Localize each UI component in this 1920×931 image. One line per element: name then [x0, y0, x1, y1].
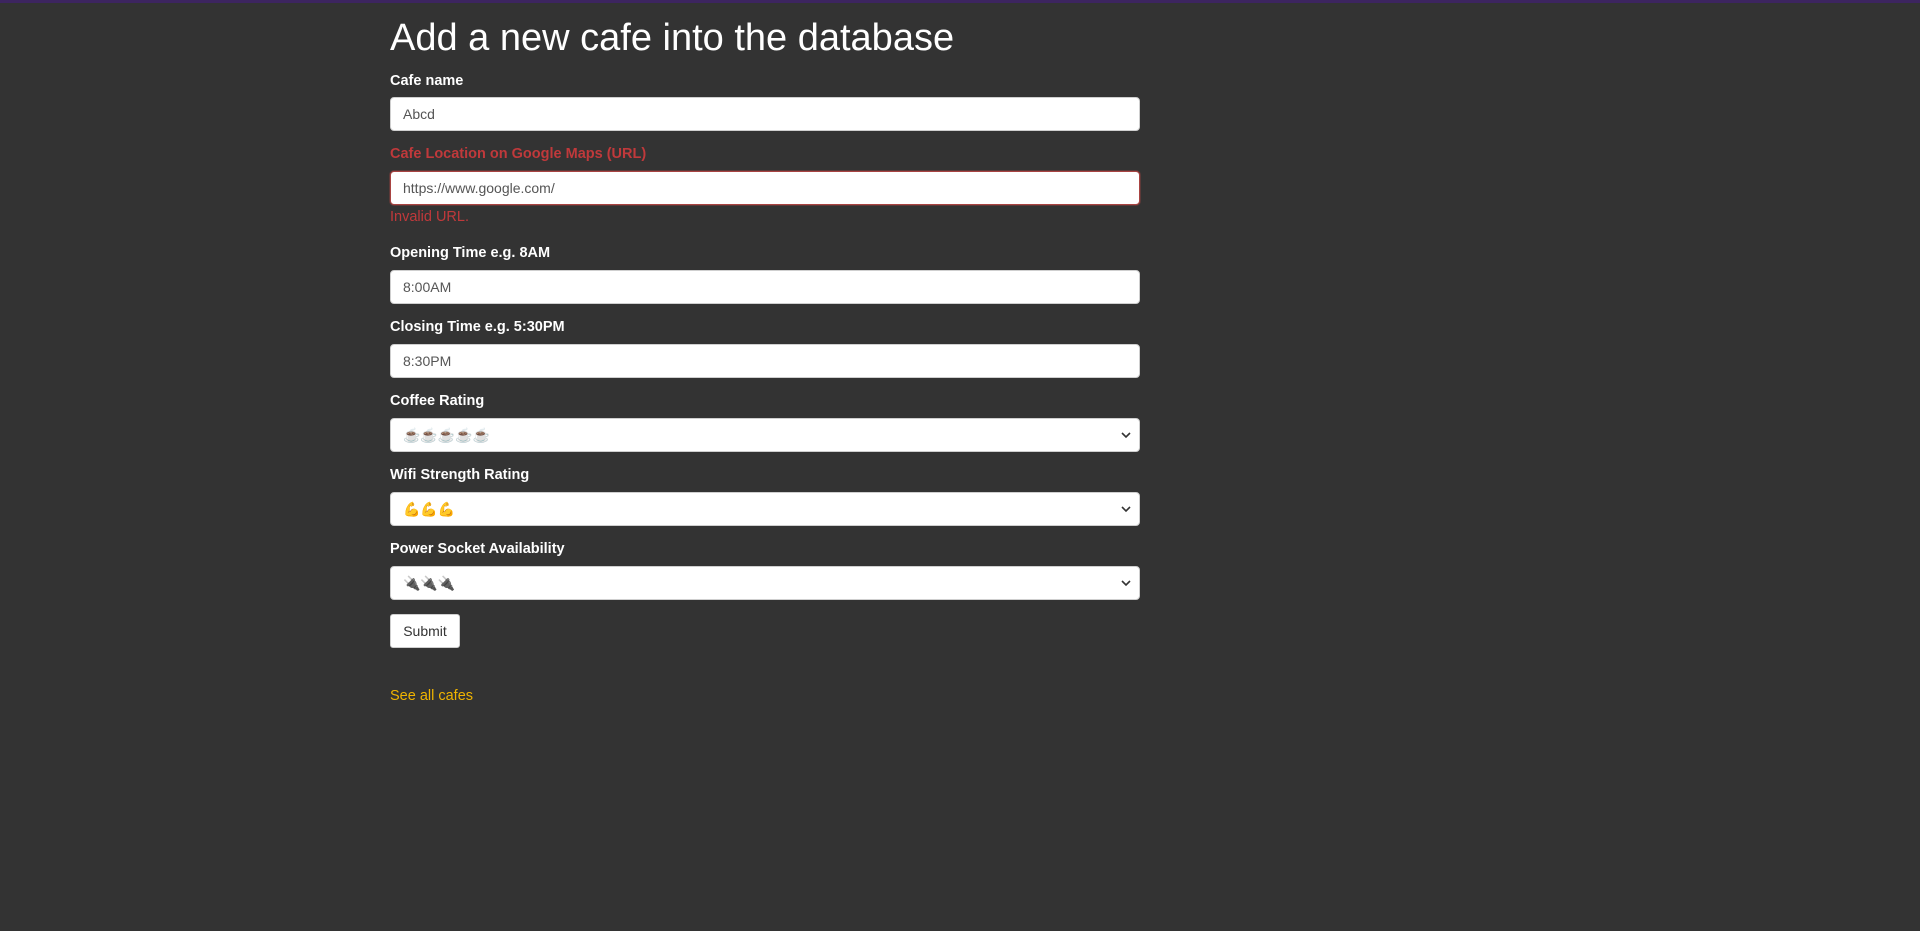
coffee-rating-selected: ☕☕☕☕☕: [403, 427, 491, 443]
coffee-rating-select[interactable]: ☕☕☕☕☕: [390, 418, 1140, 452]
power-rating-select[interactable]: 🔌🔌🔌: [390, 566, 1140, 600]
wifi-rating-label: Wifi Strength Rating: [390, 467, 530, 483]
chevron-down-icon: [1121, 506, 1131, 513]
cafe-name-input[interactable]: Abcd: [390, 97, 1140, 131]
chevron-down-icon: [1121, 580, 1131, 587]
location-url-input[interactable]: https://www.google.com/: [390, 171, 1140, 205]
submit-button[interactable]: Submit: [390, 614, 460, 648]
wifi-rating-group: Wifi Strength Rating: [390, 465, 1140, 485]
page-title: Add a new cafe into the database: [390, 17, 955, 59]
closing-time-input[interactable]: 8:30PM: [390, 344, 1140, 378]
opening-time-label: Opening Time e.g. 8AM: [390, 245, 551, 261]
cafe-name-group: Cafe name: [390, 71, 1140, 91]
power-rating-label: Power Socket Availability: [390, 541, 565, 557]
wifi-rating-selected: 💪💪💪: [403, 501, 456, 517]
cafe-name-label: Cafe name: [390, 73, 464, 89]
coffee-rating-group: Coffee Rating: [390, 391, 1140, 411]
closing-time-label: Closing Time e.g. 5:30PM: [390, 319, 565, 335]
power-rating-group: Power Socket Availability: [390, 539, 1140, 559]
see-all-cafes-link[interactable]: See all cafes: [390, 688, 473, 704]
wifi-rating-select[interactable]: 💪💪💪: [390, 492, 1140, 526]
opening-time-input[interactable]: 8:00AM: [390, 270, 1140, 304]
power-rating-selected: 🔌🔌🔌: [403, 575, 456, 591]
top-accent-bar: [0, 0, 1920, 3]
opening-time-group: Opening Time e.g. 8AM: [390, 243, 1140, 263]
location-label: Cafe Location on Google Maps (URL): [390, 146, 647, 162]
location-group: Cafe Location on Google Maps (URL): [390, 144, 1140, 164]
chevron-down-icon: [1121, 432, 1131, 439]
location-error-message: Invalid URL.: [390, 209, 469, 225]
coffee-rating-label: Coffee Rating: [390, 393, 485, 409]
closing-time-group: Closing Time e.g. 5:30PM: [390, 317, 1140, 337]
